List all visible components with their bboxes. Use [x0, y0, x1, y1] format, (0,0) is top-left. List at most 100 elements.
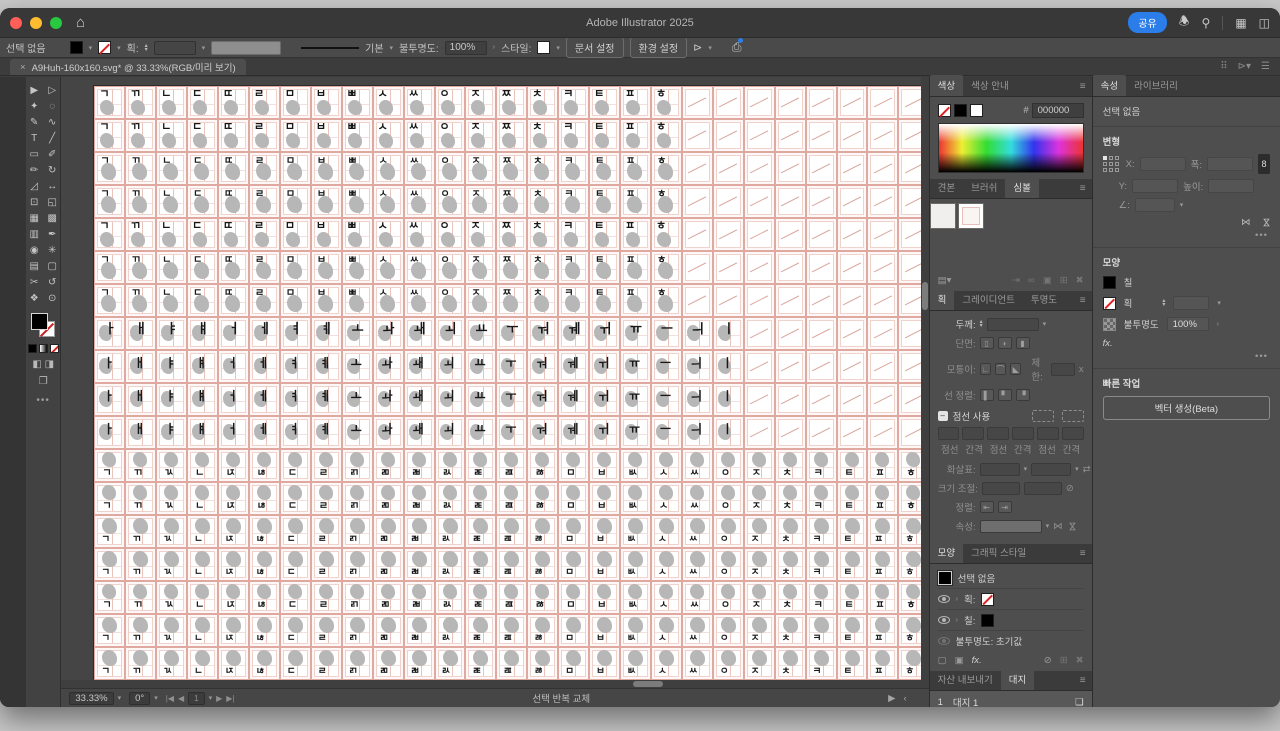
flip-along-icon[interactable]: ⋈ — [1053, 521, 1063, 532]
new-stroke-icon[interactable]: ▢ — [938, 655, 947, 666]
appearance-opacity-row[interactable]: 불투명도: 초기값 — [956, 634, 1022, 648]
tab-gradient[interactable]: 그레이디언트 — [954, 289, 1022, 310]
fill-indicator[interactable] — [31, 313, 49, 330]
document-setup-button[interactable]: 문서 설정 — [565, 37, 624, 58]
fill-color-swatch[interactable] — [69, 41, 83, 54]
constrain-proportions-icon[interactable]: 8 — [1258, 154, 1270, 174]
symbol-options-icon[interactable]: ▣ — [1043, 275, 1052, 286]
fill-stroke-indicator[interactable] — [31, 313, 56, 337]
preferences-button[interactable]: 환경 설정 — [629, 37, 688, 58]
symbols-panel-menu-icon[interactable]: ≡ — [1074, 183, 1092, 198]
appearance-stroke-swatch[interactable] — [981, 592, 995, 606]
canvas-viewport[interactable]: ㄱㄲㄴㄷㄸㄹㅁㅂㅃㅅㅆㅇㅈㅉㅊㅋㅌㅍㅎㄱㄲㄴㄷㄸㄹㅁㅂㅃㅅㅆㅇㅈㅉㅊㅋㅌㅍㅎㄱㄲ… — [61, 77, 929, 688]
lasso-tool[interactable]: ◌ — [45, 99, 60, 113]
selection-tool[interactable]: ▶ — [27, 83, 42, 97]
document-layout-icon[interactable]: ⊳▾ — [1238, 61, 1251, 72]
artboard-row[interactable]: 1 대지 1 ❏ — [929, 691, 1092, 707]
edit-toolbar-icon[interactable]: ••• — [36, 395, 50, 406]
projecting-cap-icon[interactable]: ▮ — [1015, 337, 1030, 349]
isolate-selection-icon[interactable]: ⊳ — [693, 41, 702, 54]
more-transform-options-icon[interactable]: ••• — [1103, 230, 1270, 243]
flip-across-icon[interactable]: ⋈ — [1066, 521, 1077, 531]
gap-field[interactable] — [1061, 427, 1084, 440]
horizontal-scroll-thumb[interactable] — [633, 681, 664, 687]
width-profile-dropdown[interactable] — [979, 519, 1042, 533]
vertical-scroll-thumb[interactable] — [921, 282, 928, 310]
canvas-area[interactable]: ㄱㄲㄴㄷㄸㄹㅁㅂㅃㅅㅆㅇㅈㅉㅊㅋㅌㅍㅎㄱㄲㄴㄷㄸㄹㅁㅂㅃㅅㅆㅇㅈㅉㅊㅋㅌㅍㅎㄱㄲ… — [61, 77, 929, 707]
tab-appearance[interactable]: 모양 — [929, 542, 964, 563]
capture-snapshot-icon[interactable]: ⎙ — [732, 38, 743, 55]
tab-symbols[interactable]: 심볼 — [1005, 177, 1039, 198]
style-swatch[interactable] — [537, 41, 551, 54]
duplicate-item-icon[interactable]: ⊞ — [1060, 655, 1068, 666]
delete-item-icon[interactable]: ✖ — [1076, 655, 1084, 666]
tab-artboards[interactable]: 대지 — [1000, 669, 1035, 690]
symbol-thumbnail[interactable] — [929, 203, 956, 229]
props-opacity-swatch[interactable] — [1102, 317, 1116, 331]
gap-field[interactable] — [1012, 427, 1034, 440]
arrow-tip-align-icon[interactable]: ⇤ — [979, 501, 994, 513]
align-inside-icon[interactable]: ▘ — [997, 389, 1012, 401]
next-artboard-icon[interactable]: ▶ — [216, 694, 222, 703]
blend-tool[interactable]: ◉ — [27, 243, 42, 257]
hex-value-field[interactable]: 000000 — [1031, 103, 1084, 118]
symbol-libraries-icon[interactable]: ▤▾ — [938, 275, 952, 286]
props-fill-swatch[interactable] — [1102, 275, 1116, 289]
scale-tool[interactable]: ◿ — [27, 179, 42, 193]
visibility-eye-icon[interactable] — [937, 637, 950, 645]
zoom-level-field[interactable]: 33.33% — [69, 691, 114, 705]
shape-builder-tool[interactable]: ◱ — [45, 195, 60, 209]
more-appearance-options-icon[interactable]: ••• — [1103, 351, 1270, 364]
artboard-number-field[interactable]: 1 — [188, 691, 205, 705]
stroke-weight-field[interactable] — [153, 40, 196, 55]
stroke-weight-stepper[interactable]: ▴ ▾ — [145, 43, 148, 53]
tab-stroke[interactable]: 획 — [929, 289, 955, 310]
arrow-end-dropdown[interactable] — [1031, 462, 1072, 476]
white-swatch[interactable] — [969, 104, 983, 117]
butt-cap-icon[interactable]: ▯ — [979, 337, 994, 349]
gap-field[interactable] — [962, 427, 985, 440]
prev-artboard-icon[interactable]: ◀ — [178, 694, 184, 703]
props-stroke-swatch[interactable] — [1102, 296, 1116, 310]
angle-dropdown[interactable] — [1134, 198, 1175, 212]
width-field[interactable] — [1207, 157, 1253, 171]
rotation-field[interactable]: 0° — [129, 691, 151, 705]
color-spectrum[interactable] — [937, 123, 1084, 173]
tab-graphic-styles[interactable]: 그래픽 스타일 — [963, 542, 1034, 563]
rectangle-tool[interactable]: ▭ — [27, 147, 42, 161]
arrow-scale-end-field[interactable] — [1023, 481, 1062, 495]
screen-mode-icon[interactable]: ❐ — [39, 376, 48, 387]
draw-mode-icon[interactable]: ◧ ◨ — [32, 359, 54, 370]
fullscreen-button[interactable] — [50, 16, 62, 29]
bevel-join-icon[interactable]: ◣ — [1010, 363, 1022, 375]
tab-libraries[interactable]: 라이브러리 — [1126, 75, 1186, 96]
arrow-end-align-icon[interactable]: ⇥ — [997, 501, 1012, 513]
props-opacity-field[interactable]: 100% — [1166, 317, 1209, 331]
flip-vertical-icon[interactable]: ⋈ — [1260, 218, 1271, 228]
tab-swatches[interactable]: 견본 — [930, 177, 963, 198]
none-mode-icon[interactable] — [49, 344, 59, 353]
opacity-chevron-icon[interactable]: › — [493, 44, 495, 51]
round-join-icon[interactable]: ⌒ — [994, 363, 1007, 375]
weight-stepper[interactable]: ▴ ▾ — [980, 319, 983, 329]
props-stroke-field[interactable] — [1173, 296, 1210, 310]
line-segment-tool[interactable]: ╱ — [45, 131, 60, 145]
tab-transparency[interactable]: 투명도 — [1023, 289, 1065, 310]
visibility-eye-icon[interactable] — [937, 616, 950, 624]
new-symbol-icon[interactable]: ⊞ — [1060, 275, 1068, 286]
close-document-icon[interactable]: × — [20, 62, 26, 73]
status-expand-icon[interactable]: ‹ — [903, 693, 906, 704]
tab-asset-export[interactable]: 자산 내보내기 — [930, 669, 1001, 690]
new-effect-icon[interactable]: fx. — [972, 655, 982, 666]
align-dash-icon[interactable] — [1061, 410, 1084, 422]
horizontal-scrollbar[interactable] — [61, 680, 921, 688]
type-tool[interactable]: T — [27, 131, 42, 145]
stroke-color-swatch[interactable] — [98, 41, 112, 54]
minimize-button[interactable] — [30, 16, 42, 29]
pen-tool[interactable]: ✎ — [27, 115, 42, 129]
perspective-grid-tool[interactable]: ▦ — [27, 211, 42, 225]
rotate-tool[interactable]: ↻ — [45, 163, 60, 177]
search-icon[interactable]: ⚲ — [1202, 16, 1211, 30]
dashed-line-checkbox[interactable]: – — [937, 411, 948, 421]
tab-color[interactable]: 색상 — [929, 75, 964, 96]
